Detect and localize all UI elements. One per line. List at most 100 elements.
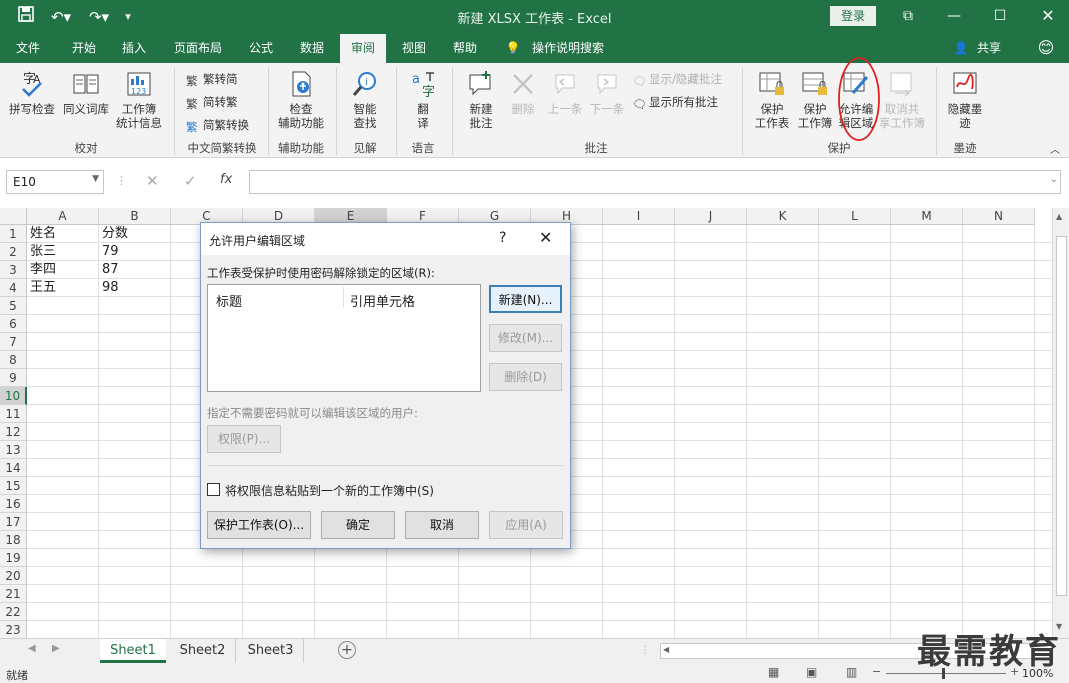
- collapse-ribbon-icon[interactable]: ︿: [1050, 143, 1060, 159]
- vertical-scroll-thumb[interactable]: [1056, 236, 1067, 596]
- add-sheet-icon[interactable]: +: [338, 641, 356, 659]
- row-header[interactable]: 14: [0, 459, 27, 477]
- zoom-out-icon[interactable]: −: [872, 665, 881, 678]
- tab-split-icon[interactable]: ⋮: [640, 645, 650, 656]
- scroll-up-icon[interactable]: ▲: [1056, 212, 1062, 221]
- col-header-title[interactable]: 标题: [216, 291, 242, 310]
- tab-formulas[interactable]: 公式: [240, 34, 282, 63]
- next-sheet-icon[interactable]: ▶: [52, 643, 60, 654]
- expand-formula-icon[interactable]: ⌄: [1050, 174, 1058, 185]
- cell-a4[interactable]: 王五: [27, 279, 99, 297]
- previous-comment-button[interactable]: 上一条: [544, 69, 586, 116]
- share-button[interactable]: 共享: [972, 34, 1006, 63]
- row-header[interactable]: 10: [0, 387, 27, 405]
- row-header[interactable]: 13: [0, 441, 27, 459]
- chinese-convert-button[interactable]: 繁简繁转换: [186, 117, 249, 134]
- row-header[interactable]: 5: [0, 297, 27, 315]
- tell-me-search[interactable]: 操作说明搜索: [526, 34, 610, 63]
- new-comment-button[interactable]: 新建 批注: [458, 69, 504, 130]
- login-button[interactable]: 登录: [830, 6, 876, 26]
- show-hide-comment-button[interactable]: 🗨 显示/隐藏批注: [632, 71, 722, 88]
- scroll-left-icon[interactable]: ◀: [663, 645, 669, 654]
- show-all-comments-button[interactable]: 🗨 显示所有批注: [632, 94, 718, 111]
- zoom-slider[interactable]: [886, 673, 1006, 674]
- tab-page-layout[interactable]: 页面布局: [166, 34, 230, 63]
- workbook-stats-button[interactable]: 123 工作簿 统计信息: [112, 69, 166, 130]
- row-header[interactable]: 8: [0, 351, 27, 369]
- cell-b2[interactable]: 79: [99, 243, 171, 261]
- tab-home[interactable]: 开始: [60, 34, 108, 63]
- modify-range-button[interactable]: 修改(M)...: [489, 324, 562, 352]
- next-comment-button[interactable]: 下一条: [586, 69, 628, 116]
- tab-data[interactable]: 数据: [290, 34, 334, 63]
- paste-permissions-checkbox[interactable]: [207, 483, 220, 496]
- smiley-icon[interactable]: 😊: [1034, 34, 1058, 63]
- translate-button[interactable]: a字 翻 译: [402, 69, 444, 130]
- row-header[interactable]: 4: [0, 279, 27, 297]
- row-header[interactable]: 16: [0, 495, 27, 513]
- protect-sheet-dialog-button[interactable]: 保护工作表(O)...: [207, 511, 311, 539]
- column-header-j[interactable]: J: [675, 208, 747, 225]
- ranges-list[interactable]: 标题 引用单元格: [207, 284, 481, 392]
- paste-permissions-label[interactable]: 将权限信息粘贴到一个新的工作簿中(S): [225, 482, 434, 499]
- delete-range-button[interactable]: 删除(D): [489, 363, 562, 391]
- page-break-view-icon[interactable]: ▥: [846, 665, 857, 679]
- name-box-dropdown-icon[interactable]: ▼: [92, 174, 99, 184]
- cell-b4[interactable]: 98: [99, 279, 171, 297]
- delete-comment-button[interactable]: 删除: [502, 69, 544, 116]
- row-header[interactable]: 17: [0, 513, 27, 531]
- dialog-help-icon[interactable]: ?: [499, 230, 506, 246]
- normal-view-icon[interactable]: ▦: [768, 665, 779, 679]
- apply-button[interactable]: 应用(A): [489, 511, 563, 539]
- protect-sheet-button[interactable]: 保护 工作表: [750, 69, 794, 130]
- spelling-button[interactable]: 字A 拼写检查: [6, 69, 58, 116]
- simple-to-trad-button[interactable]: 繁简转繁: [186, 94, 238, 111]
- tab-view[interactable]: 视图: [392, 34, 436, 63]
- cell-a2[interactable]: 张三: [27, 243, 99, 261]
- permissions-button[interactable]: 权限(P)...: [207, 425, 281, 453]
- tab-insert[interactable]: 插入: [112, 34, 156, 63]
- sheet-tab-sheet3[interactable]: Sheet3: [238, 639, 304, 663]
- cell-b1[interactable]: 分数: [99, 225, 171, 243]
- check-accessibility-button[interactable]: 检查 辅助功能: [272, 69, 330, 130]
- column-header-n[interactable]: N: [963, 208, 1035, 225]
- row-header[interactable]: 6: [0, 315, 27, 333]
- smart-lookup-button[interactable]: i 智能 查找: [342, 69, 388, 130]
- row-header[interactable]: 11: [0, 405, 27, 423]
- cancel-icon[interactable]: ✕: [146, 172, 159, 190]
- column-header-m[interactable]: M: [891, 208, 963, 225]
- cell-b3[interactable]: 87: [99, 261, 171, 279]
- minimize-icon[interactable]: —: [942, 5, 966, 27]
- vertical-scrollbar[interactable]: ▲ ▼: [1052, 208, 1069, 638]
- ok-button[interactable]: 确定: [321, 511, 395, 539]
- cell-a1[interactable]: 姓名: [27, 225, 99, 243]
- column-header-b[interactable]: B: [99, 208, 171, 225]
- insert-function-icon[interactable]: fx: [220, 172, 232, 187]
- sheet-tab-sheet1[interactable]: Sheet1: [100, 639, 166, 663]
- row-header[interactable]: 18: [0, 531, 27, 549]
- hide-ink-button[interactable]: 隐藏墨 迹: [942, 69, 988, 130]
- col-header-ref[interactable]: 引用单元格: [350, 291, 415, 310]
- thesaurus-button[interactable]: 同义词库: [60, 69, 112, 116]
- row-header[interactable]: 9: [0, 369, 27, 387]
- row-header[interactable]: 12: [0, 423, 27, 441]
- trad-to-simple-button[interactable]: 繁繁转简: [186, 71, 238, 88]
- ribbon-display-icon[interactable]: ⧉: [896, 5, 920, 27]
- column-header-k[interactable]: K: [747, 208, 819, 225]
- tab-help[interactable]: 帮助: [444, 34, 486, 63]
- tab-file[interactable]: 文件: [6, 34, 50, 63]
- row-header[interactable]: 1: [0, 225, 27, 243]
- row-header[interactable]: 7: [0, 333, 27, 351]
- close-icon[interactable]: ✕: [1036, 5, 1060, 27]
- page-layout-view-icon[interactable]: ▣: [806, 665, 817, 679]
- row-header[interactable]: 21: [0, 585, 27, 603]
- column-header-i[interactable]: I: [603, 208, 675, 225]
- prev-sheet-icon[interactable]: ◀: [28, 643, 36, 654]
- select-all-corner[interactable]: [0, 208, 27, 225]
- row-header[interactable]: 15: [0, 477, 27, 495]
- sheet-tab-sheet2[interactable]: Sheet2: [170, 639, 236, 663]
- new-range-button[interactable]: 新建(N)...: [489, 285, 562, 313]
- row-header[interactable]: 19: [0, 549, 27, 567]
- enter-icon[interactable]: ✓: [184, 172, 197, 190]
- cancel-button[interactable]: 取消: [405, 511, 479, 539]
